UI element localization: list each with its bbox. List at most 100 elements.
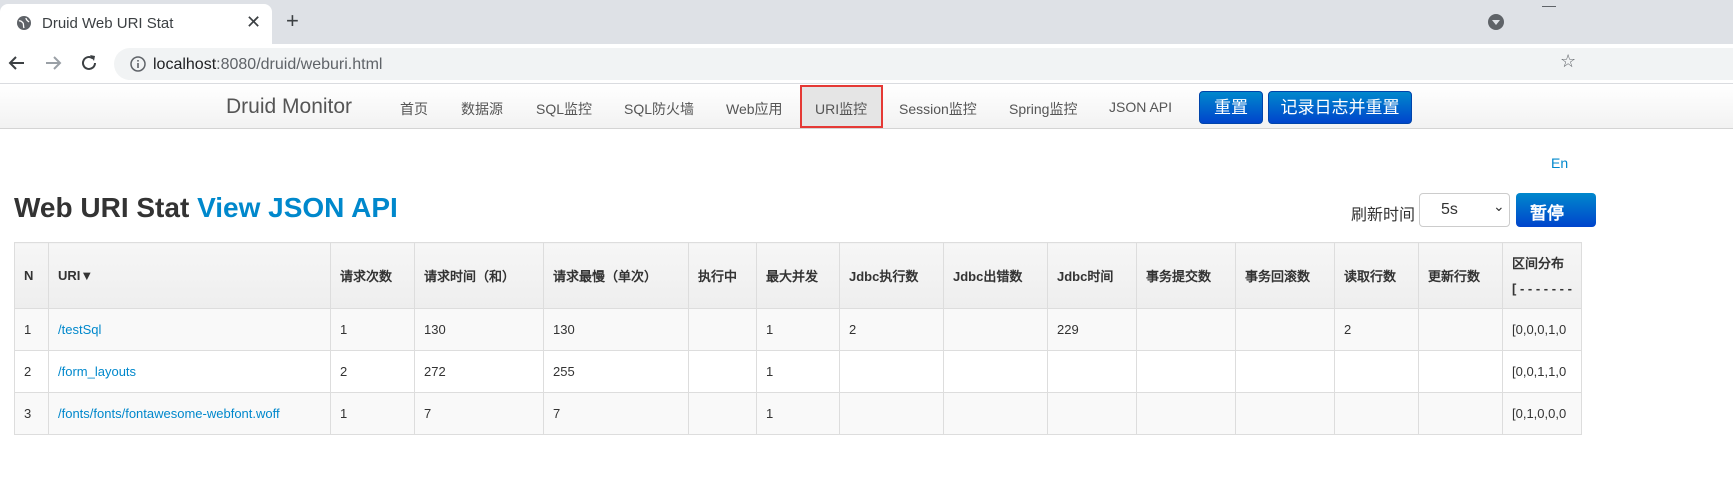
- cell: [839, 350, 944, 393]
- cell-uri: /testSql: [48, 308, 331, 351]
- cell: 130: [543, 308, 689, 351]
- cell: 2: [1334, 308, 1419, 351]
- col-header[interactable]: 最大并发: [756, 242, 840, 309]
- nav-item-home[interactable]: 首页: [400, 99, 428, 119]
- reload-icon[interactable]: [78, 52, 100, 74]
- uri-link[interactable]: /testSql: [58, 322, 101, 337]
- cell: [688, 392, 757, 435]
- nav-item-session[interactable]: Session监控: [899, 99, 977, 119]
- nav-item-wall[interactable]: SQL防火墙: [624, 99, 694, 119]
- col-header[interactable]: 请求次数: [330, 242, 415, 309]
- close-icon[interactable]: ✕: [246, 13, 261, 31]
- cell: 272: [414, 350, 544, 393]
- table-header-row: N URI▼ 请求次数 请求时间（和） 请求最慢（单次） 执行中 最大并发 Jd…: [14, 242, 1582, 309]
- cell: 2: [330, 350, 415, 393]
- uri-link[interactable]: /fonts/fonts/fontawesome-webfont.woff: [58, 406, 280, 421]
- cell: [1235, 308, 1335, 351]
- cell: [1235, 350, 1335, 393]
- url-text: localhost:8080/druid/weburi.html: [153, 56, 382, 74]
- reset-button[interactable]: 重置: [1199, 91, 1263, 124]
- col-header[interactable]: Jdbc时间: [1047, 242, 1137, 309]
- druid-navbar: Druid Monitor 首页 数据源 SQL监控 SQL防火墙 Web应用 …: [0, 85, 1733, 129]
- url-path: :8080/druid/weburi.html: [216, 56, 383, 73]
- col-header[interactable]: URI▼: [48, 242, 331, 309]
- back-icon[interactable]: [6, 52, 28, 74]
- nav-item-sql[interactable]: SQL监控: [536, 99, 592, 119]
- url-host: localhost: [153, 56, 217, 73]
- uri-link[interactable]: /form_layouts: [58, 364, 136, 379]
- cell-uri: /form_layouts: [48, 350, 331, 393]
- col-header[interactable]: N: [14, 242, 49, 309]
- refresh-interval-select[interactable]: 5s ⌄: [1419, 193, 1510, 227]
- forward-icon[interactable]: [42, 52, 64, 74]
- cell: [688, 308, 757, 351]
- cell: 1: [756, 392, 840, 435]
- col-header[interactable]: Jdbc出错数: [943, 242, 1048, 309]
- pause-button[interactable]: 暂停: [1516, 193, 1596, 227]
- browser-tab[interactable]: Druid Web URI Stat ✕: [0, 4, 272, 44]
- cell: 130: [414, 308, 544, 351]
- minimize-icon[interactable]: [1542, 6, 1556, 7]
- log-and-reset-button[interactable]: 记录日志并重置: [1268, 91, 1412, 124]
- cell: [839, 392, 944, 435]
- brand-title[interactable]: Druid Monitor: [226, 95, 352, 119]
- cell: 255: [543, 350, 689, 393]
- nav-item-uri[interactable]: URI监控: [800, 85, 883, 128]
- uri-stat-table: N URI▼ 请求次数 请求时间（和） 请求最慢（单次） 执行中 最大并发 Jd…: [14, 242, 1582, 435]
- col-header[interactable]: 事务提交数: [1136, 242, 1236, 309]
- info-icon[interactable]: [130, 56, 146, 72]
- cell: 2: [14, 350, 49, 393]
- cell: 7: [543, 392, 689, 435]
- cell: [943, 308, 1048, 351]
- cell: [1418, 308, 1503, 351]
- tab-search-icon[interactable]: [1488, 14, 1504, 30]
- cell: 1: [330, 308, 415, 351]
- cell: [1418, 350, 1503, 393]
- col-header-histogram[interactable]: 区间分布 [ - - - - - - -: [1502, 242, 1582, 309]
- cell: 1: [756, 308, 840, 351]
- nav-item-json-api[interactable]: JSON API: [1109, 99, 1172, 115]
- star-icon[interactable]: ☆: [1560, 51, 1576, 72]
- address-bar[interactable]: localhost:8080/druid/weburi.html: [114, 48, 1733, 80]
- cell: [943, 350, 1048, 393]
- language-link[interactable]: En: [1551, 155, 1568, 171]
- col-header[interactable]: 事务回滚数: [1235, 242, 1335, 309]
- col-header[interactable]: Jdbc执行数: [839, 242, 944, 309]
- col-header[interactable]: 请求时间（和）: [414, 242, 544, 309]
- cell: 2: [839, 308, 944, 351]
- cell: 7: [414, 392, 544, 435]
- cell: 1: [756, 350, 840, 393]
- table-row: 3 /fonts/fonts/fontawesome-webfont.woff …: [14, 392, 1582, 435]
- cell: [1136, 350, 1236, 393]
- nav-item-uri-label: URI监控: [815, 101, 868, 117]
- cell: [0,0,1,1,0: [1502, 350, 1582, 393]
- tab-title: Druid Web URI Stat: [42, 15, 174, 32]
- page-title-text: Web URI Stat: [14, 192, 190, 223]
- browser-tab-strip: Druid Web URI Stat ✕ +: [0, 0, 1733, 44]
- cell: [1418, 392, 1503, 435]
- plus-icon[interactable]: +: [286, 10, 299, 32]
- globe-icon: [17, 16, 31, 30]
- cell: [0,1,0,0,0: [1502, 392, 1582, 435]
- histogram-title: 区间分布: [1512, 255, 1565, 271]
- col-header[interactable]: 执行中: [688, 242, 757, 309]
- browser-toolbar: localhost:8080/druid/weburi.html: [0, 44, 1733, 84]
- histogram-scale: [ - - - - - - -: [1512, 280, 1572, 296]
- col-header[interactable]: 读取行数: [1334, 242, 1419, 309]
- nav-item-spring[interactable]: Spring监控: [1009, 99, 1077, 119]
- cell: 3: [14, 392, 49, 435]
- col-header[interactable]: 请求最慢（单次）: [543, 242, 689, 309]
- cell: [1334, 392, 1419, 435]
- cell: [1136, 392, 1236, 435]
- nav-item-webapp[interactable]: Web应用: [726, 99, 783, 119]
- cell: 229: [1047, 308, 1137, 351]
- cell: [1047, 392, 1137, 435]
- nav-item-datasource[interactable]: 数据源: [461, 99, 503, 119]
- cell: [688, 350, 757, 393]
- col-header[interactable]: 更新行数: [1418, 242, 1503, 309]
- cell: [1047, 350, 1137, 393]
- page-title: Web URI Stat View JSON API: [14, 192, 398, 224]
- view-json-api-link[interactable]: View JSON API: [197, 192, 398, 223]
- cell-uri: /fonts/fonts/fontawesome-webfont.woff: [48, 392, 331, 435]
- cell: 1: [330, 392, 415, 435]
